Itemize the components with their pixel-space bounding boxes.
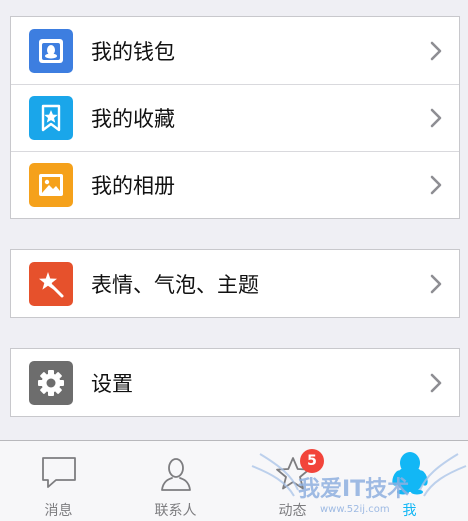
tab-label: 动态: [278, 503, 307, 519]
menu-item-label: 我的相册: [91, 174, 175, 198]
menu-item-favorites[interactable]: 我的收藏: [11, 84, 459, 151]
menu-group-3: 设置: [10, 348, 460, 417]
emoji-theme-icon: [29, 261, 73, 306]
tab-messages[interactable]: 消息: [0, 441, 117, 521]
menu-item-label: 表情、气泡、主题: [91, 272, 259, 297]
tab-moments[interactable]: 5 动态: [234, 441, 351, 521]
bottom-tab-bar: 消息 联系人 5 动态 我: [0, 440, 468, 521]
menu-item-label: 我的钱包: [91, 39, 175, 64]
menu-item-wallet[interactable]: 我的钱包: [11, 17, 459, 84]
chevron-right-icon: [430, 274, 442, 293]
menu-item-label: 设置: [91, 371, 133, 396]
chevron-right-icon: [430, 108, 442, 128]
chevron-right-icon: [430, 41, 442, 60]
favorites-icon: [29, 96, 73, 140]
chevron-right-icon: [430, 373, 442, 392]
me-penguin-icon: [391, 452, 428, 495]
menu-item-settings[interactable]: 设置: [11, 349, 459, 416]
menu-item-label: 我的收藏: [91, 107, 175, 131]
tab-label: 消息: [44, 503, 73, 519]
chat-bubble-icon: [41, 457, 76, 488]
settings-gear-icon: [29, 360, 73, 405]
wallet-icon: [29, 28, 73, 73]
contacts-person-icon: [160, 458, 191, 491]
menu-group-2: 表情、气泡、主题: [10, 249, 460, 318]
tab-label: 联系人: [154, 503, 197, 519]
menu-item-album[interactable]: 我的相册: [11, 151, 459, 218]
album-icon: [29, 163, 73, 207]
menu-item-emoji-themes[interactable]: 表情、气泡、主题: [11, 250, 459, 317]
notification-badge: 5: [300, 449, 324, 473]
tab-contacts[interactable]: 联系人: [117, 441, 234, 521]
chevron-right-icon: [430, 175, 442, 195]
tab-me[interactable]: 我: [351, 441, 468, 521]
tab-label: 我: [402, 503, 417, 519]
menu-group-1: 我的钱包 我的收藏 我的相册: [10, 16, 460, 219]
